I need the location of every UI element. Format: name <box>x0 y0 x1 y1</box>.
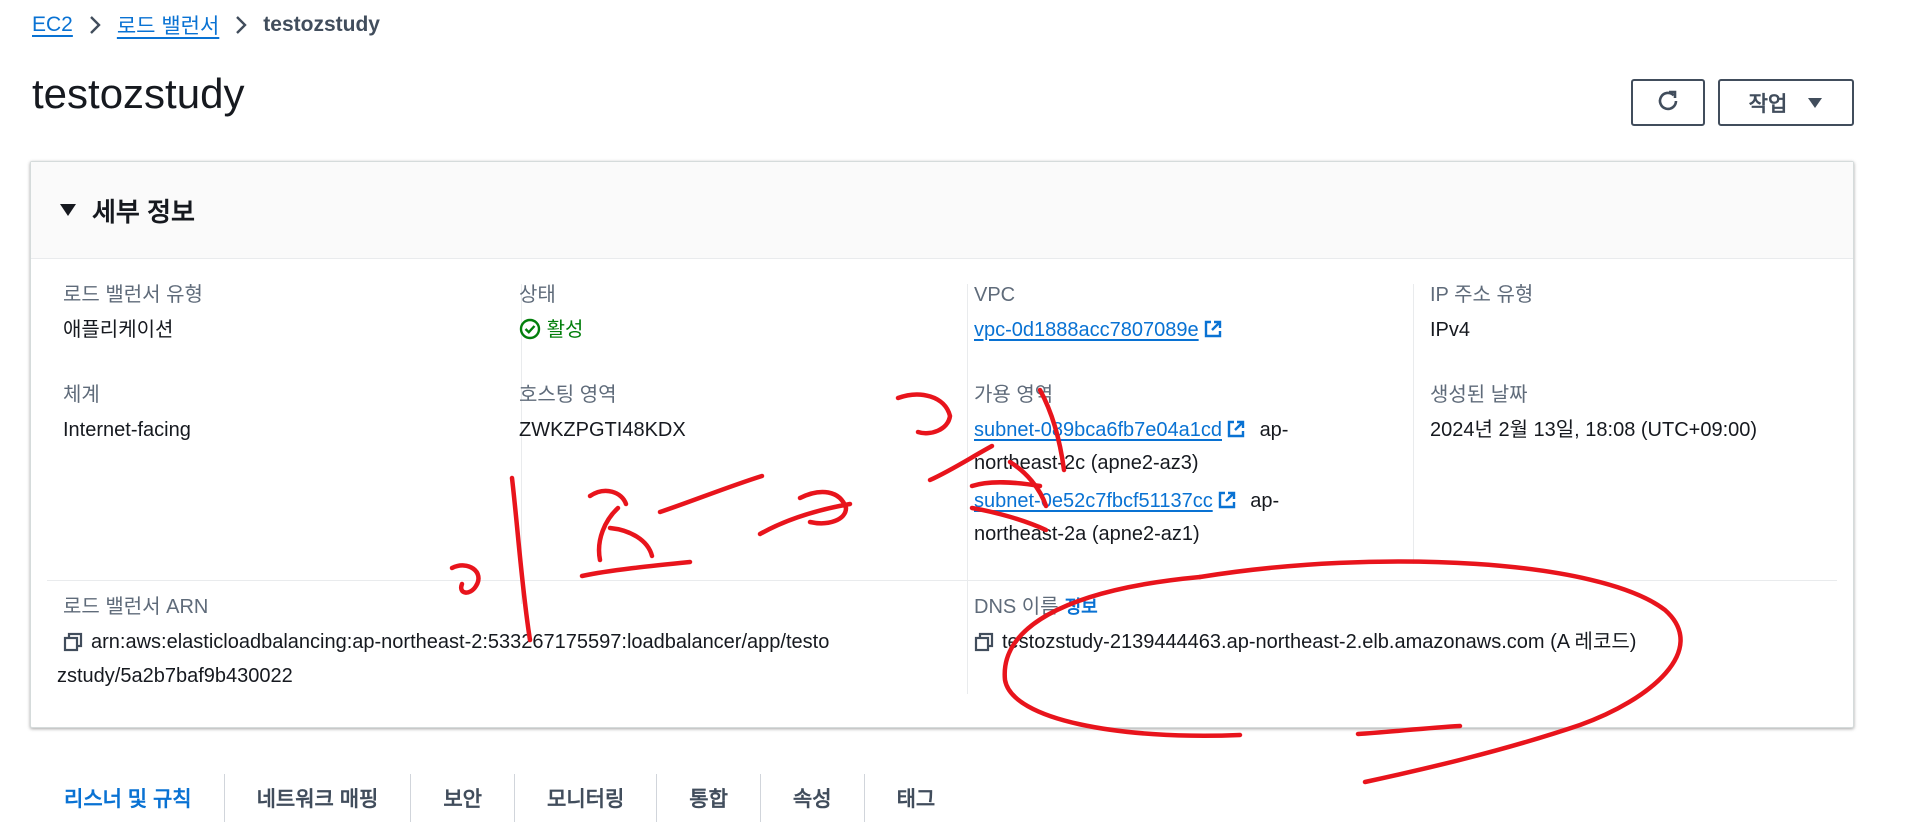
arn-label: 로드 밸런서 ARN <box>63 596 209 618</box>
dns-info-link[interactable]: 정보 <box>1065 597 1098 617</box>
page-title: testozstudy <box>32 70 245 117</box>
vpc-label: VPC <box>974 284 1016 306</box>
chevron-right-icon <box>219 8 263 42</box>
arn-value-line2: zstudy/5a2b7baf9b430022 <box>57 665 293 687</box>
external-link-icon[interactable] <box>1217 489 1237 519</box>
ip-type-field: IP 주소 유형 IPv4 <box>1430 281 1533 345</box>
copy-icon[interactable] <box>63 631 83 661</box>
scheme-field: 체계 Internet-facing <box>63 381 191 445</box>
lb-type-label: 로드 밸런서 유형 <box>63 284 203 306</box>
hosted-zone-value: ZWKZPGTI48KDX <box>519 419 686 441</box>
subnet-item: subnet-0e52c7fbcf51137cc ap- northeast-2… <box>974 486 1354 549</box>
subnet-zone: northeast-2a (apne2-az1) <box>974 523 1200 545</box>
arn-field: 로드 밸런서 ARN arn:aws:elasticloadbalancing:… <box>57 593 943 691</box>
column-divider <box>967 284 968 604</box>
check-circle-icon <box>519 318 547 341</box>
row-divider <box>47 580 1837 581</box>
arn-value-line1: arn:aws:elasticloadbalancing:ap-northeas… <box>91 631 830 653</box>
details-panel-header[interactable]: 세부 정보 <box>31 162 1853 259</box>
caret-down-icon <box>1807 91 1823 115</box>
vpc-field: VPC vpc-0d1888acc7807089e <box>974 281 1223 348</box>
column-divider <box>1413 284 1414 564</box>
status-value: 활성 <box>546 319 584 341</box>
lb-type-value: 애플리케이션 <box>63 319 174 341</box>
status-label: 상태 <box>519 284 556 306</box>
actions-button[interactable]: 작업 <box>1718 79 1854 126</box>
tab-network-mapping[interactable]: 네트워크 매핑 <box>225 774 412 822</box>
subnet-link[interactable]: subnet-089bca6fb7e04a1cd <box>974 419 1222 441</box>
refresh-icon <box>1655 88 1681 117</box>
external-link-icon[interactable] <box>1226 418 1246 448</box>
breadcrumb-current: testozstudy <box>263 13 380 36</box>
subnet-item: subnet-089bca6fb7e04a1cd ap- northeast-2… <box>974 415 1354 478</box>
breadcrumb-load-balancers-link[interactable]: 로드 밸런서 <box>117 10 219 40</box>
status-field: 상태 활성 <box>519 281 583 345</box>
subnet-zone: northeast-2c (apne2-az3) <box>974 452 1199 474</box>
scheme-value: Internet-facing <box>63 419 191 441</box>
subnet-zone-prefix: ap- <box>1259 419 1289 441</box>
tab-integrations[interactable]: 통합 <box>657 774 761 822</box>
scheme-label: 체계 <box>63 384 100 406</box>
dns-value: testozstudy-2139444463.ap-northeast-2.el… <box>1002 631 1637 653</box>
copy-icon[interactable] <box>974 631 994 661</box>
tab-attributes[interactable]: 속성 <box>761 774 865 822</box>
vpc-link[interactable]: vpc-0d1888acc7807089e <box>974 319 1199 341</box>
tab-bar: 리스너 및 규칙 네트워크 매핑 보안 모니터링 통합 속성 태그 <box>40 774 967 822</box>
tab-security[interactable]: 보안 <box>411 774 515 822</box>
chevron-right-icon <box>73 8 117 42</box>
dns-label: DNS 이름 <box>974 596 1059 618</box>
dns-field: DNS 이름 정보 testozstudy-2139444463.ap-north… <box>974 593 1834 661</box>
lb-type-field: 로드 밸런서 유형 애플리케이션 <box>63 281 203 345</box>
tab-tags[interactable]: 태그 <box>865 774 968 822</box>
caret-down-icon <box>60 204 76 216</box>
created-label: 생성된 날짜 <box>1430 384 1528 406</box>
created-field: 생성된 날짜 2024년 2월 13일, 18:08 (UTC+09:00) <box>1430 381 1757 445</box>
ip-type-value: IPv4 <box>1430 319 1471 341</box>
actions-button-label: 작업 <box>1748 92 1788 116</box>
breadcrumb-ec2-link[interactable]: EC2 <box>32 13 73 37</box>
created-value: 2024년 2월 13일, 18:08 (UTC+09:00) <box>1430 419 1758 441</box>
breadcrumb: EC2 로드 밸런서 testozstudy <box>32 8 380 42</box>
status-value-row: 활성 <box>519 315 583 345</box>
hosted-zone-label: 호스팅 영역 <box>519 384 617 406</box>
refresh-button[interactable] <box>1631 79 1705 126</box>
ip-type-label: IP 주소 유형 <box>1430 284 1534 306</box>
column-divider <box>967 602 968 694</box>
external-link-icon[interactable] <box>1203 318 1223 348</box>
details-panel: 세부 정보 로드 밸런서 유형 애플리케이션 체계 Internet-facin… <box>30 161 1854 728</box>
availability-zones-field: 가용 영역 subnet-089bca6fb7e04a1cd ap- north… <box>974 381 1354 549</box>
details-section-title: 세부 정보 <box>92 196 195 227</box>
subnet-link[interactable]: subnet-0e52c7fbcf51137cc <box>974 490 1213 512</box>
tab-listeners-rules[interactable]: 리스너 및 규칙 <box>40 774 225 822</box>
hosted-zone-field: 호스팅 영역 ZWKZPGTI48KDX <box>519 381 686 445</box>
subnet-zone-prefix: ap- <box>1250 490 1280 512</box>
availability-zones-label: 가용 영역 <box>974 384 1054 406</box>
tab-monitoring[interactable]: 모니터링 <box>515 774 658 822</box>
